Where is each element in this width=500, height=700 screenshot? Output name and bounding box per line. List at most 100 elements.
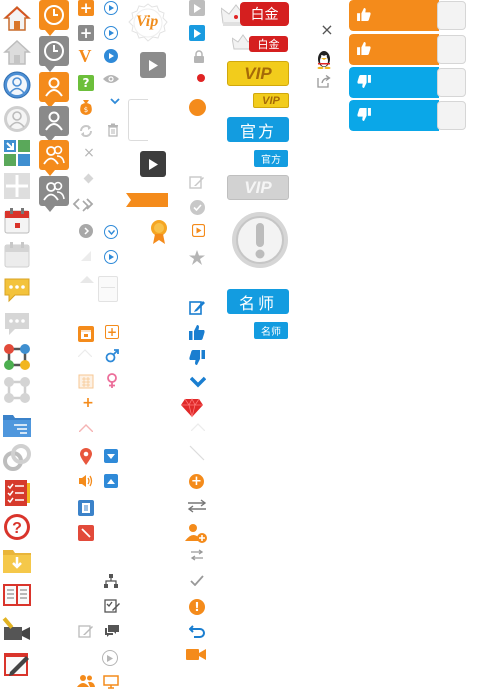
group-tile-gray-icon[interactable] (39, 176, 69, 212)
plus-box-outline-icon[interactable]: + (105, 325, 119, 339)
user-circle-icon[interactable] (2, 70, 32, 100)
qq-penguin-icon[interactable] (315, 49, 333, 69)
caret-up-lighter-icon (191, 423, 205, 431)
user-tile-gray-icon[interactable] (39, 106, 69, 142)
fullscreen-gray-icon[interactable] (2, 171, 32, 201)
play-circle-outline-2-icon[interactable] (104, 26, 118, 40)
orange-ribbon (126, 192, 168, 207)
thumb-down-blue-icon[interactable] (189, 349, 205, 365)
user-tile-icon[interactable] (39, 72, 69, 108)
clock-tile-icon[interactable] (39, 0, 69, 36)
vip-gold-badge-small: VIP (253, 93, 289, 108)
dropup-box-icon[interactable] (104, 474, 118, 488)
comments-icon[interactable] (104, 624, 120, 638)
folder-download-icon[interactable] (2, 546, 32, 576)
scroll-panel[interactable] (98, 276, 118, 302)
plus-orange-icon[interactable]: + (82, 395, 94, 411)
close-icon[interactable]: × (320, 20, 334, 39)
play-circle-filled-icon[interactable] (104, 49, 118, 63)
plus-square-icon[interactable]: + (78, 0, 94, 17)
toggle-knob[interactable] (437, 68, 466, 97)
edit-checklist-icon[interactable] (104, 598, 120, 613)
calendar-icon[interactable] (2, 206, 32, 236)
user-circle-gray-icon[interactable] (2, 104, 32, 134)
edit-light-icon[interactable] (189, 174, 205, 190)
toggle-knob[interactable] (437, 35, 466, 64)
lock-icon (193, 49, 205, 63)
arrow-right-gray-icon (80, 200, 92, 212)
monitor-orange-icon[interactable] (103, 675, 119, 689)
toggle-knob[interactable] (437, 101, 466, 130)
plus-circle-orange-icon[interactable]: + (189, 474, 204, 489)
vip-seal-text: Vip (136, 13, 159, 30)
play-square-gray-icon[interactable] (189, 0, 205, 16)
dropdown-box-icon[interactable] (104, 449, 118, 463)
toggle-knob[interactable] (437, 1, 466, 30)
fullscreen-icon[interactable] (2, 138, 32, 168)
edit-blue-icon[interactable] (189, 299, 206, 315)
thumb-up-blue-icon[interactable] (189, 324, 205, 340)
plus-square-gray-icon[interactable]: + (78, 24, 94, 42)
checkmark-gray-icon (189, 573, 205, 587)
v-badge-icon: V (76, 46, 94, 66)
chevron-down-bold-icon[interactable] (189, 375, 206, 389)
folder-list-icon[interactable] (2, 410, 32, 440)
calendar-orange-icon[interactable] (78, 326, 94, 342)
swap-arrows-icon[interactable] (187, 498, 207, 514)
refresh-icon[interactable] (78, 123, 94, 139)
chevron-right-circle-icon[interactable] (79, 224, 93, 238)
users-orange-icon[interactable] (77, 673, 95, 689)
like-toggle-2[interactable] (349, 34, 467, 65)
speaker-icon[interactable] (78, 473, 94, 489)
chevron-down-blue-icon[interactable] (110, 97, 120, 105)
network-gray-icon[interactable] (2, 375, 32, 405)
question-square-icon[interactable]: ? (78, 75, 94, 91)
no-entry-icon[interactable] (78, 525, 94, 541)
calendar-gray-icon[interactable] (2, 240, 32, 270)
group-tile-icon[interactable] (39, 140, 69, 176)
check-circle-gray-icon (190, 200, 205, 215)
vip-gray-badge: VIP (227, 175, 289, 200)
play-circle-gray-icon[interactable] (102, 650, 118, 666)
video-play-orange-icon[interactable] (191, 223, 205, 237)
dislike-toggle-2[interactable] (349, 100, 467, 131)
like-toggle-1[interactable] (349, 0, 467, 31)
edit-notebook-icon[interactable] (2, 649, 32, 679)
home-gray-icon[interactable] (2, 37, 32, 67)
edit-gray-icon[interactable] (78, 623, 94, 639)
diamond-small-icon (83, 173, 93, 183)
play-gray-button[interactable] (140, 52, 166, 78)
thumb-down-icon (357, 108, 371, 121)
video-camera-icon[interactable] (2, 614, 32, 644)
corner-triangle-icon (81, 251, 91, 261)
chat-bubble-gray-icon[interactable] (2, 308, 32, 338)
trash-icon[interactable] (106, 122, 120, 137)
dislike-toggle-1[interactable] (349, 67, 467, 98)
master-badge-small: 名师 (254, 322, 288, 339)
document-blue-icon[interactable] (78, 500, 94, 516)
star-gray-icon[interactable] (189, 249, 205, 265)
swap-small-icon[interactable] (189, 548, 205, 562)
eye-icon[interactable] (102, 73, 120, 85)
close-small-icon[interactable]: × (82, 145, 96, 161)
play-circle-outline-3-icon[interactable] (104, 250, 118, 264)
help-circle-icon[interactable]: ? (2, 512, 32, 542)
video-orange-icon[interactable] (186, 647, 206, 662)
female-icon (106, 373, 118, 389)
chevron-down-circle-icon[interactable] (104, 225, 118, 239)
chat-bubble-icon[interactable] (2, 274, 32, 304)
add-user-orange-icon[interactable] (185, 523, 207, 543)
home-icon[interactable] (2, 3, 32, 33)
undo-blue-icon[interactable] (189, 624, 205, 639)
clock-tile-gray-icon[interactable] (39, 36, 69, 72)
play-square-blue-icon[interactable] (189, 25, 205, 41)
rings-icon[interactable] (2, 443, 32, 473)
play-dark-button[interactable] (140, 151, 166, 177)
plus-glyph: + (82, 395, 94, 411)
share-icon[interactable] (317, 74, 331, 88)
checklist-icon[interactable] (2, 478, 32, 508)
play-circle-outline-icon[interactable] (104, 1, 118, 15)
caret-up-gray-icon (80, 275, 94, 283)
book-icon[interactable] (2, 580, 32, 610)
network-icon[interactable] (2, 342, 32, 372)
